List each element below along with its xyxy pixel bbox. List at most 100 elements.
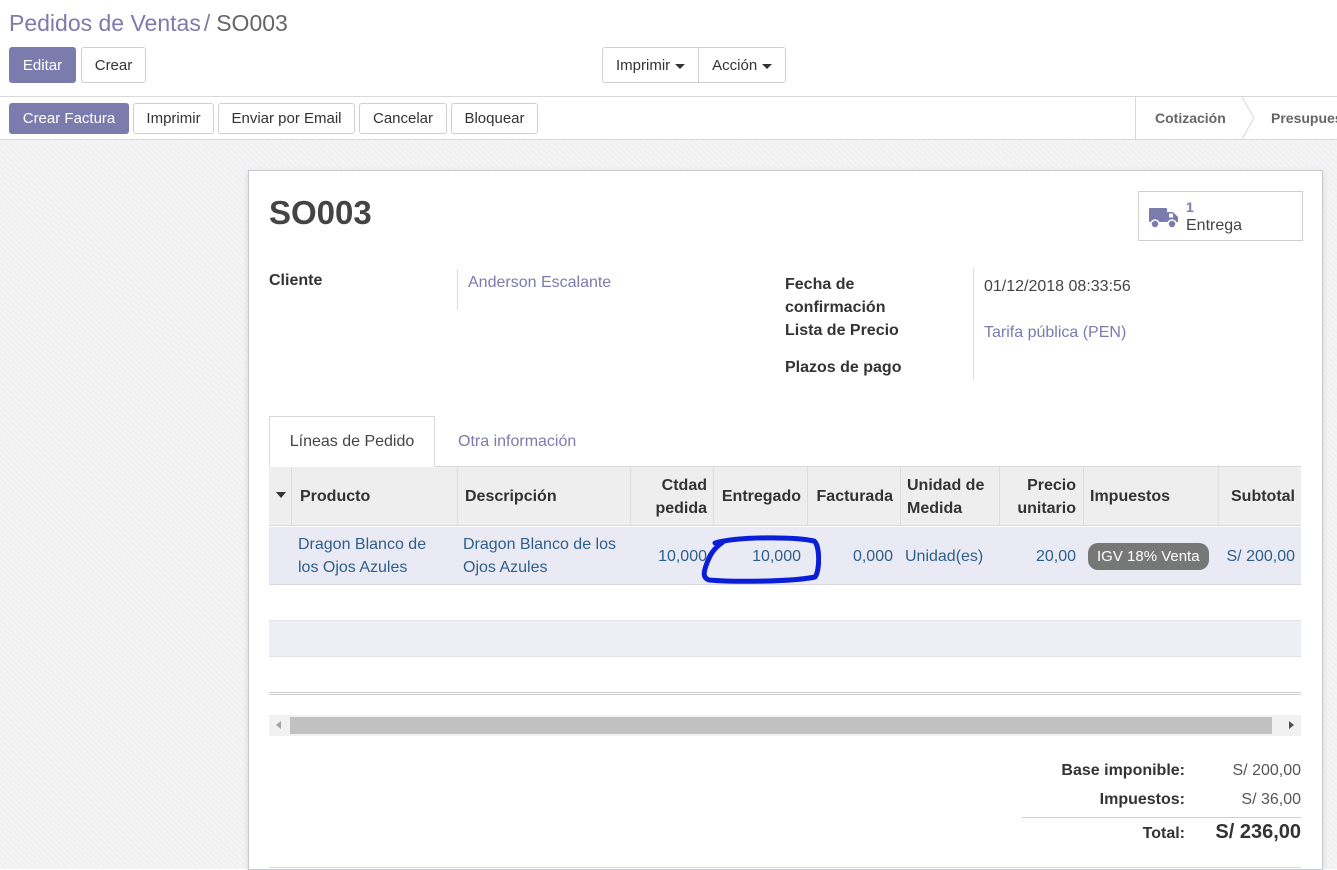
column-header-uom[interactable]: Unidad de Medida [900,467,999,526]
column-header-qty[interactable]: Ctdad pedida [630,467,713,526]
stage-quotation-sent[interactable]: Presupuest [1241,97,1337,139]
confirmation-date-label: Fecha de confirmación [785,273,885,319]
empty-row [269,657,1301,693]
action-dropdown-label: Acción [712,56,758,74]
lock-button[interactable]: Bloquear [451,103,538,134]
confirmation-date-label-line2: confirmación [785,299,886,316]
cell-line: Dragon Blanco de [298,536,427,553]
caret-down-icon [675,63,686,69]
horizontal-scrollbar[interactable] [269,715,1301,736]
column-header-unit-price[interactable]: Precio unitario [999,467,1083,526]
scrollbar-thumb[interactable] [290,717,1272,734]
column-header-line: Unidad de [907,476,985,494]
cell-subtotal[interactable]: S/ 200,00 [1218,527,1296,585]
tax-amount-value: S/ 36,00 [1241,791,1301,808]
column-header-description[interactable]: Descripción [457,467,630,526]
customer-link[interactable]: Anderson Escalante [468,271,611,294]
column-header-label: Facturada [816,488,893,505]
base-amount-value: S/ 200,00 [1232,762,1302,779]
empty-row [269,585,1301,621]
delivery-label: Entrega [1186,217,1243,234]
column-header-product[interactable]: Producto [291,467,457,526]
column-header-label: Precio unitario [1017,474,1076,520]
breadcrumb-separator: / [203,10,211,36]
confirmation-date-label-line1: Fecha de [785,276,855,293]
cell-qty[interactable]: 10,000 [630,527,707,585]
column-header-invoiced[interactable]: Facturada [807,467,900,526]
column-header-line: Ctdad [661,476,707,494]
column-header-subtotal[interactable]: Subtotal [1218,467,1301,526]
cell-text: Dragon Blanco de los Ojos Azules [463,533,616,579]
empty-row [269,621,1301,657]
statusbar: Crear Factura Imprimir Enviar por Email … [0,97,1337,140]
delivery-count: 1 [1186,199,1194,215]
print-button[interactable]: Imprimir [133,103,214,134]
tab-order-lines[interactable]: Líneas de Pedido [269,416,435,467]
stage-quotation[interactable]: Cotización [1136,97,1241,139]
stage-label: Presupuest [1271,110,1337,126]
stage-label: Cotización [1155,110,1226,126]
column-header-label: Unidad de Medida [907,474,984,520]
order-lines-header: Producto Descripción Ctdad pedida Entrega… [269,467,1301,526]
breadcrumb-current: SO003 [216,10,288,36]
cell-product[interactable]: Dragon Blanco de los Ojos Azules [298,527,457,585]
stage-pipeline: Cotización Presupuest [1135,97,1337,139]
pricelist-link[interactable]: Tarifa pública (PEN) [984,321,1126,344]
cell-description[interactable]: Dragon Blanco de los Ojos Azules [463,527,630,585]
cell-line: Dragon Blanco de los [463,536,616,553]
column-header-label: Ctdad pedida [655,474,707,520]
base-amount-label: Base imponible: [1061,762,1185,779]
table-footer-divider [269,692,1301,695]
column-header-label: Producto [300,488,371,505]
pricelist-label: Lista de Precio [785,322,899,339]
scroll-right-icon[interactable] [1289,721,1294,729]
customer-label: Cliente [269,272,323,289]
control-panel: Pedidos de Ventas / SO003 Editar Crear Imp… [0,0,1337,97]
truck-icon [1149,208,1178,229]
sheet-bottom-divider [269,867,1301,868]
order-title: SO003 [269,194,372,231]
cell-taxes[interactable]: IGV 18% Venta [1088,527,1218,585]
column-header-line: pedida [655,499,707,517]
cell-line: los Ojos Azules [298,559,408,576]
annotation-highlight-icon [701,535,821,584]
column-header-label: Descripción [465,488,557,505]
breadcrumb-parent[interactable]: Pedidos de Ventas [9,10,201,36]
column-header-line: Precio [1027,476,1076,494]
field-divider [973,269,974,380]
column-header-taxes[interactable]: Impuestos [1083,467,1218,526]
caret-down-icon [762,63,773,69]
edit-button[interactable]: Editar [9,47,76,83]
delivery-smart-button[interactable]: 1 Entrega [1138,191,1303,241]
total-value: S/ 236,00 [1215,821,1301,843]
confirmation-date-value: 01/12/2018 08:33:56 [984,278,1131,295]
field-divider [457,269,458,310]
action-button-group: Imprimir Acción [602,47,787,83]
send-email-button[interactable]: Enviar por Email [218,103,355,134]
tax-badge: IGV 18% Venta [1088,542,1209,570]
print-dropdown-button[interactable]: Imprimir [603,48,698,82]
caret-down-icon[interactable] [276,492,286,498]
create-button[interactable]: Crear [81,47,146,83]
stage-chevron-icon [1241,97,1255,139]
print-dropdown-label: Imprimir [616,56,671,74]
column-header-line: unitario [1017,499,1076,517]
column-header-delivered[interactable]: Entregado [713,467,807,526]
breadcrumb: Pedidos de Ventas / SO003 [9,10,288,37]
tax-amount-label: Impuestos: [1099,791,1185,808]
column-header-label: Subtotal [1231,488,1295,505]
scroll-left-icon[interactable] [276,721,281,729]
cancel-button[interactable]: Cancelar [359,103,447,134]
action-dropdown-button[interactable]: Acción [698,48,785,82]
column-header-label: Entregado [721,488,801,505]
cell-line: Ojos Azules [463,559,548,576]
cell-unit-price[interactable]: 20,00 [999,527,1076,585]
column-header-line: Medida [907,499,963,517]
column-header-label: Impuestos [1090,488,1171,505]
payment-terms-label: Plazos de pago [785,359,902,376]
cell-uom[interactable]: Unidad(es) [905,527,999,585]
cell-text: Dragon Blanco de los Ojos Azules [298,533,426,579]
total-label: Total: [1142,825,1185,842]
tab-other-info[interactable]: Otra información [458,416,576,467]
create-invoice-button[interactable]: Crear Factura [9,103,129,134]
